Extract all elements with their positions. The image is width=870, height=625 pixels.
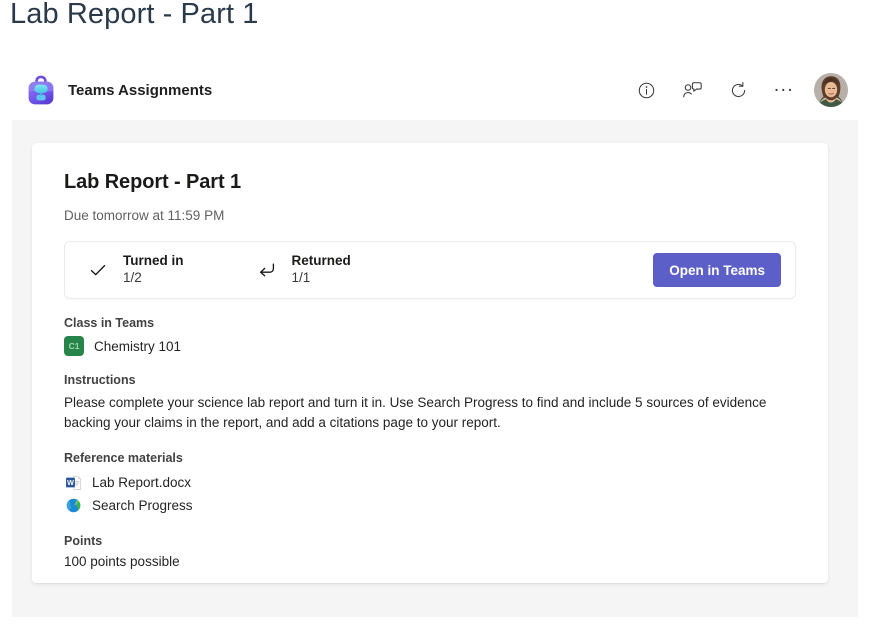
status-turned-in: Turned in 1/2 xyxy=(87,253,184,287)
points-section: Points 100 points possible xyxy=(64,534,796,569)
reference-item-doc[interactable]: W Lab Report.docx xyxy=(64,471,796,494)
assignment-title: Lab Report - Part 1 xyxy=(64,171,242,193)
open-in-teams-button[interactable]: Open in Teams xyxy=(653,253,781,287)
more-options-icon[interactable]: ... xyxy=(768,70,800,111)
content-stage: Lab Report - Part 1 Due tomorrow at 11:5… xyxy=(12,120,858,617)
backpack-icon xyxy=(24,73,58,107)
status-returned: Returned 1/1 xyxy=(256,253,351,287)
returned-label: Returned xyxy=(291,253,351,269)
user-avatar[interactable] xyxy=(814,73,848,107)
reference-item-link[interactable]: Search Progress xyxy=(64,494,796,517)
class-in-teams-section: Class in Teams C1 Chemistry 101 xyxy=(64,316,796,356)
page-title: Lab Report - Part 1 xyxy=(10,0,259,30)
word-document-icon: W xyxy=(64,473,82,491)
reference-materials-section: Reference materials W Lab Report.docx Se… xyxy=(64,451,796,517)
instructions-heading: Instructions xyxy=(64,373,136,387)
header-actions: ... xyxy=(630,70,848,111)
instructions-text: Please complete your science lab report … xyxy=(64,395,767,431)
team-avatar-badge: C1 xyxy=(64,336,84,356)
assignment-due-date: Due tomorrow at 11:59 PM xyxy=(64,208,225,223)
reference-item-name: Lab Report.docx xyxy=(92,474,192,490)
people-chat-icon[interactable] xyxy=(676,74,708,106)
assignment-card: Lab Report - Part 1 Due tomorrow at 11:5… xyxy=(32,143,828,583)
app-brand: Teams Assignments xyxy=(24,73,212,107)
app-header: Teams Assignments ... xyxy=(0,60,870,120)
points-value: 100 points possible xyxy=(64,553,180,569)
globe-icon xyxy=(64,496,82,514)
reference-item-name: Search Progress xyxy=(92,497,193,513)
assignment-status-strip: Turned in 1/2 Returned 1/1 Open in Teams xyxy=(64,241,796,299)
class-name: Chemistry 101 xyxy=(94,338,182,354)
instructions-section: Instructions Please complete your scienc… xyxy=(64,373,796,434)
points-heading: Points xyxy=(64,533,103,548)
refresh-icon[interactable] xyxy=(722,74,754,106)
return-arrow-icon xyxy=(256,259,278,281)
app-name: Teams Assignments xyxy=(68,81,213,99)
checkmark-icon xyxy=(87,259,109,281)
info-icon[interactable] xyxy=(630,74,662,106)
class-row[interactable]: C1 Chemistry 101 xyxy=(64,336,796,356)
turned-in-value: 1/2 xyxy=(123,270,142,285)
svg-text:W: W xyxy=(67,478,74,486)
reference-heading: Reference materials xyxy=(64,450,183,465)
turned-in-label: Turned in xyxy=(123,253,184,269)
returned-value: 1/1 xyxy=(291,270,311,285)
class-section-heading: Class in Teams xyxy=(64,316,155,330)
